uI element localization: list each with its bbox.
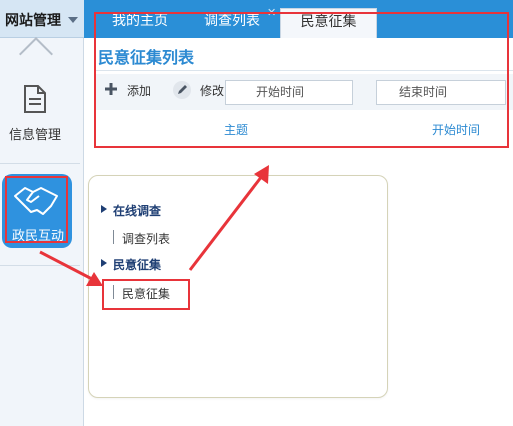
annotation-arrow (39, 250, 93, 281)
annotation-arrow (188, 175, 264, 271)
annotation-arrows (39, 165, 269, 286)
arrowhead (86, 272, 103, 286)
